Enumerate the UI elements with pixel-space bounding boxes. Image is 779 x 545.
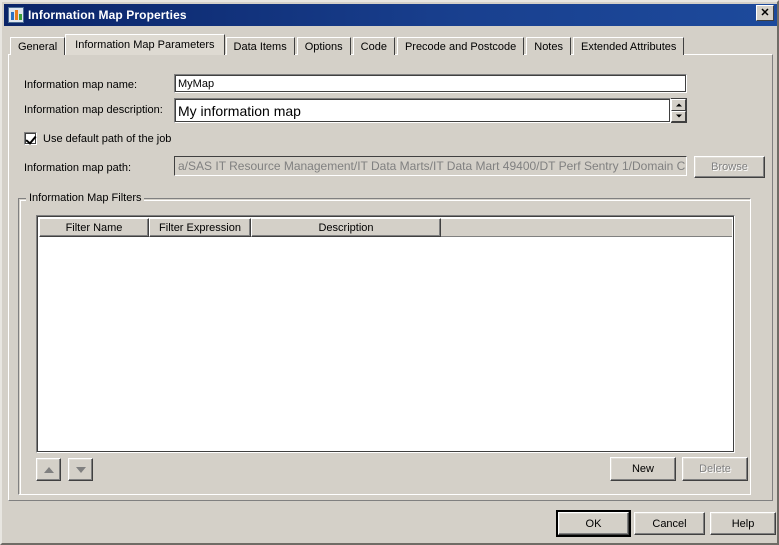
browse-button: Browse [694, 156, 765, 178]
column-header-description[interactable]: Description [251, 218, 441, 237]
new-filter-button[interactable]: New [610, 457, 676, 481]
tab-general[interactable]: General [10, 37, 66, 55]
checkbox-check-icon[interactable] [24, 132, 37, 145]
spinner-up-icon[interactable] [671, 99, 686, 111]
move-up-button [36, 458, 61, 481]
tab-options[interactable]: Options [296, 37, 351, 55]
use-default-path-label: Use default path of the job [43, 132, 172, 145]
column-header-filler [441, 218, 732, 237]
move-down-button [68, 458, 93, 481]
delete-filter-button: Delete [682, 457, 748, 481]
map-description-input[interactable]: My information map [174, 98, 671, 123]
close-icon[interactable]: ✕ [756, 5, 774, 21]
map-path-input: a/SAS IT Resource Management/IT Data Mar… [174, 156, 687, 176]
column-header-filter-expression[interactable]: Filter Expression [149, 218, 251, 237]
ok-button[interactable]: OK [556, 510, 631, 537]
window-title: Information Map Properties [28, 8, 187, 22]
help-button[interactable]: Help [710, 512, 776, 535]
filters-table-header: Filter Name Filter Expression Descriptio… [39, 218, 732, 237]
map-name-input[interactable]: MyMap [174, 74, 687, 93]
tab-precode-and-postcode[interactable]: Precode and Postcode [396, 37, 525, 55]
map-name-label: Information map name: [24, 79, 138, 91]
map-description-label: Information map description: [24, 104, 163, 116]
information-map-icon [8, 7, 24, 23]
map-path-label: Information map path: [24, 162, 132, 174]
tab-strip: General Information Map Parameters Data … [10, 34, 686, 55]
information-map-filters-label: Information Map Filters [26, 192, 145, 204]
title-bar[interactable]: Information Map Properties [4, 4, 777, 26]
filters-table[interactable]: Filter Name Filter Expression Descriptio… [36, 215, 735, 453]
tab-code[interactable]: Code [352, 37, 395, 55]
tab-extended-attributes[interactable]: Extended Attributes [573, 37, 685, 55]
tab-notes[interactable]: Notes [526, 37, 571, 55]
filters-table-body[interactable] [39, 237, 732, 450]
column-header-filter-name[interactable]: Filter Name [39, 218, 149, 237]
tab-data-items[interactable]: Data Items [225, 37, 295, 55]
spinner-down-icon[interactable] [671, 110, 686, 122]
cancel-button[interactable]: Cancel [634, 512, 705, 535]
information-map-properties-dialog: Information Map Properties ✕ General Inf… [0, 0, 779, 545]
description-spinner[interactable] [671, 98, 687, 123]
use-default-path-checkbox[interactable]: Use default path of the job [24, 132, 171, 145]
tab-information-map-parameters[interactable]: Information Map Parameters [65, 34, 225, 55]
